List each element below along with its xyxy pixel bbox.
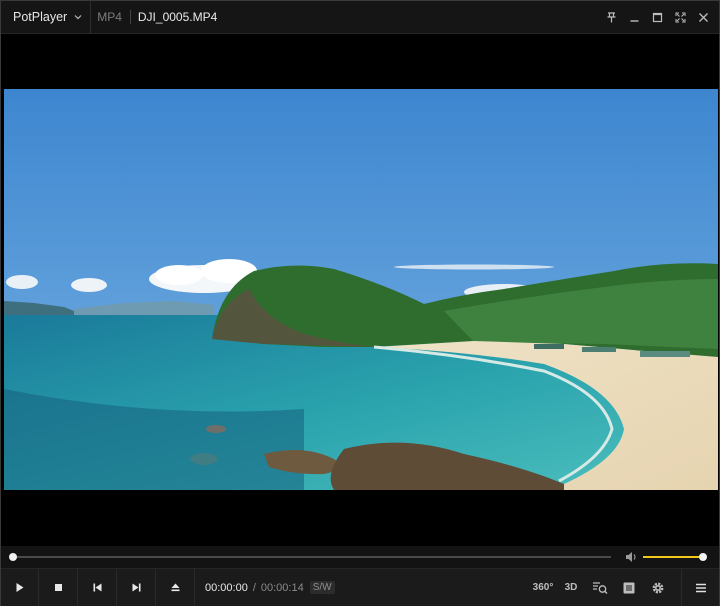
time-display: 00:00:00 / 00:00:14 S/W bbox=[205, 569, 335, 606]
app-name: PotPlayer bbox=[13, 10, 68, 24]
fullscreen-icon bbox=[675, 12, 686, 23]
eject-icon bbox=[171, 583, 180, 592]
seek-bar[interactable] bbox=[13, 556, 611, 558]
time-separator: / bbox=[252, 581, 256, 594]
title-bar[interactable]: PotPlayer MP4 DJI_0005.MP4 bbox=[1, 0, 719, 34]
volume-level-fill bbox=[643, 556, 703, 558]
playlist-button[interactable] bbox=[619, 569, 639, 606]
pin-icon bbox=[607, 12, 616, 23]
main-menu-button[interactable] bbox=[681, 569, 719, 606]
3d-icon: 3D bbox=[564, 582, 578, 593]
control-bar: 00:00:00 / 00:00:14 S/W 360° 3D bbox=[1, 568, 719, 606]
maximize-icon bbox=[652, 12, 663, 23]
settings-button[interactable] bbox=[648, 569, 668, 606]
video-frame bbox=[4, 89, 718, 490]
minimize-button[interactable] bbox=[623, 1, 646, 34]
volume-handle[interactable] bbox=[699, 553, 707, 561]
vr360-icon: 360° bbox=[532, 582, 554, 593]
seek-row bbox=[1, 546, 719, 568]
fullscreen-button[interactable] bbox=[669, 1, 692, 34]
search-frame-icon bbox=[593, 581, 608, 594]
next-button[interactable] bbox=[118, 569, 156, 606]
window-controls bbox=[600, 1, 715, 34]
next-icon bbox=[132, 583, 141, 592]
app-menu-button[interactable]: PotPlayer bbox=[1, 0, 92, 34]
seek-handle[interactable] bbox=[9, 553, 17, 561]
vr360-button[interactable]: 360° bbox=[532, 569, 554, 606]
current-time: 00:00:00 bbox=[205, 581, 248, 594]
video-area[interactable] bbox=[1, 35, 719, 546]
file-format-label: MP4 bbox=[97, 10, 122, 24]
volume-icon[interactable] bbox=[625, 551, 638, 563]
potplayer-window: PotPlayer MP4 DJI_0005.MP4 00:00:00 / 00… bbox=[0, 0, 720, 606]
menu-icon bbox=[695, 583, 706, 592]
play-button[interactable] bbox=[1, 569, 39, 606]
stop-icon bbox=[55, 584, 62, 591]
previous-icon bbox=[93, 583, 102, 592]
maximize-button[interactable] bbox=[646, 1, 669, 34]
total-time: 00:00:14 bbox=[260, 581, 304, 594]
chevron-down-icon bbox=[74, 15, 82, 20]
volume-slider[interactable] bbox=[643, 556, 703, 558]
video-image bbox=[4, 89, 718, 490]
previous-button[interactable] bbox=[79, 569, 117, 606]
eject-button[interactable] bbox=[157, 569, 195, 606]
title-divider bbox=[129, 10, 131, 24]
decoder-badge[interactable]: S/W bbox=[309, 581, 335, 594]
pin-button[interactable] bbox=[600, 1, 623, 34]
file-name: DJI_0005.MP4 bbox=[137, 10, 218, 24]
search-frame-button[interactable] bbox=[590, 569, 610, 606]
stop-button[interactable] bbox=[40, 569, 78, 606]
3d-button[interactable]: 3D bbox=[561, 569, 581, 606]
play-icon bbox=[16, 583, 24, 592]
playlist-icon bbox=[623, 582, 635, 593]
close-icon bbox=[699, 13, 708, 22]
settings-icon bbox=[652, 582, 664, 593]
minimize-icon bbox=[630, 20, 639, 22]
close-button[interactable] bbox=[692, 1, 715, 34]
